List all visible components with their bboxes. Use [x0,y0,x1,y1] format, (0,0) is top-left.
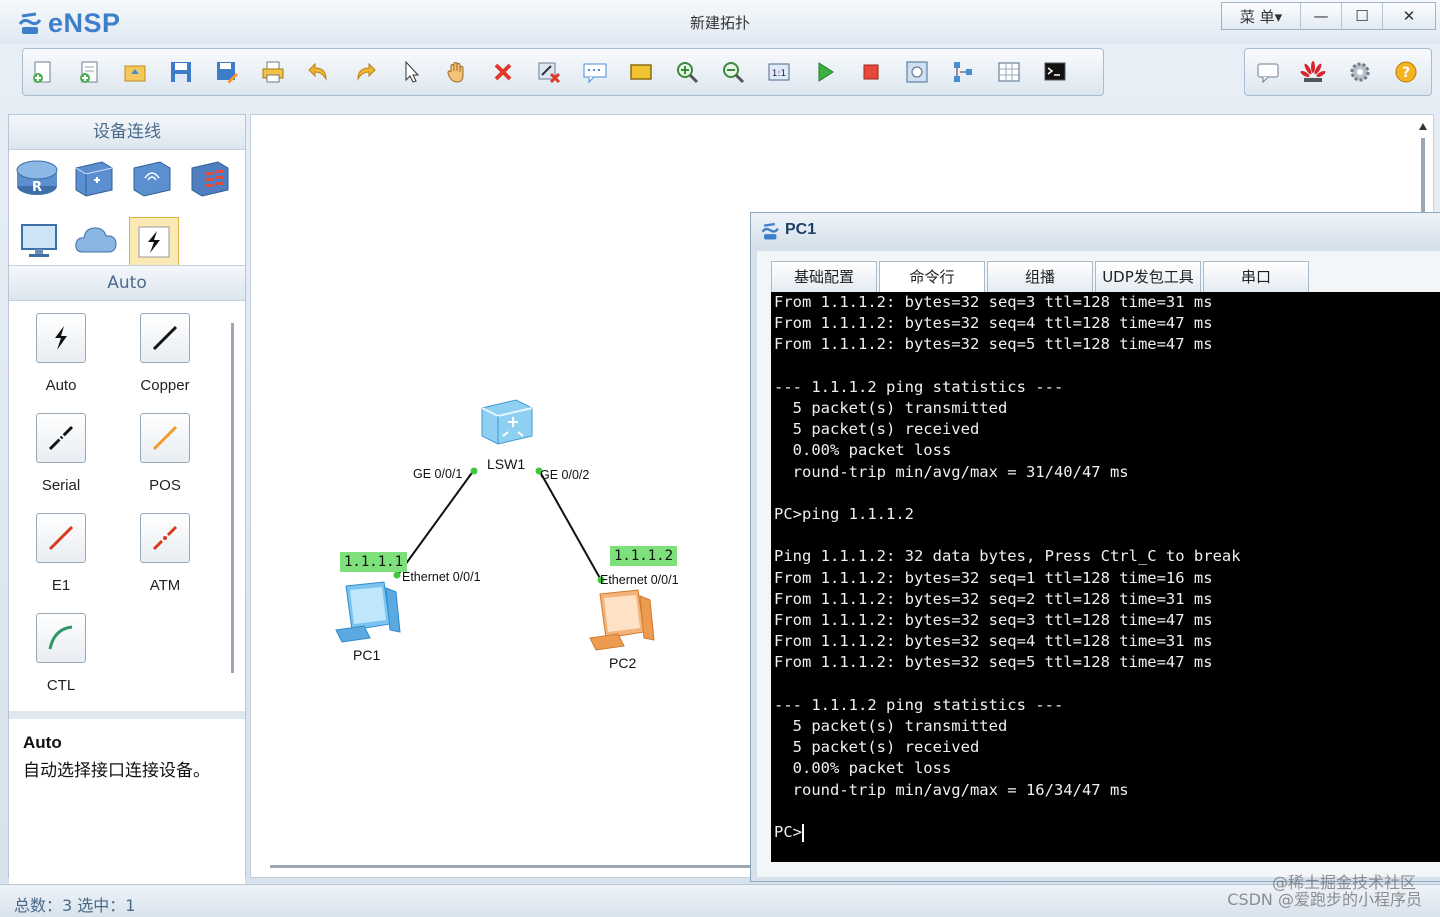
link-lsw1-pc2[interactable] [538,469,602,581]
pc2-port-label: Ethernet 0/0/1 [600,573,679,587]
lsw1-name-label[interactable]: LSW1 [487,456,525,472]
pc1-window-title: PC1 [785,221,817,238]
pc1-port-label: Ethernet 0/0/1 [402,570,481,584]
pc2-ip-tag: 1.1.1.2 [610,546,678,566]
lsw1-port1-label: GE 0/0/1 [413,467,463,481]
tab-basic-config[interactable]: 基础配置 [771,261,877,292]
tab-serial[interactable]: 串口 [1203,261,1309,292]
console-line: Ping 1.1.1.2: 32 data bytes, Press Ctrl_… [774,547,1241,566]
tab-command-line[interactable]: 命令行 [879,261,985,292]
pc1-icon[interactable] [334,580,404,650]
console-line: From 1.1.1.2: bytes=32 seq=3 ttl=128 tim… [774,293,1213,311]
console-prompt[interactable]: PC> [774,822,1440,843]
tab-udp-tool[interactable]: UDP发包工具 [1095,261,1201,292]
ensp-window: eNSP 新建拓扑 菜 单▾ — ☐ ✕ 1:1 ? 设备连线 R Auto A… [0,0,1440,917]
pc1-ip-tag: 1.1.1.1 [340,552,408,572]
console-line: 5 packet(s) received [774,738,980,757]
port-status-dot [470,467,478,475]
console-line: --- 1.1.1.2 ping statistics --- [774,695,1064,714]
lsw1-port2-label: GE 0/0/2 [540,468,590,482]
console-line: --- 1.1.1.2 ping statistics --- [774,377,1064,396]
console-line: 5 packet(s) received [774,420,980,439]
watermark-csdn: CSDN @爱跑步的小程序员 [1227,890,1422,909]
pc2-icon[interactable] [588,588,658,658]
console-line: round-trip min/avg/max = 31/40/47 ms [774,462,1129,481]
pc1-tabs: 基础配置 命令行 组播 UDP发包工具 串口 [771,261,1311,292]
console-line: 5 packet(s) transmitted [774,717,1008,736]
ensp-small-logo-icon [761,221,781,245]
command-line-console[interactable]: From 1.1.1.2: bytes=32 seq=3 ttl=128 tim… [771,292,1440,862]
tab-multicast[interactable]: 组播 [987,261,1093,292]
switch-lsw1-icon[interactable] [478,396,536,452]
console-line: From 1.1.1.2: bytes=32 seq=2 ttl=128 tim… [774,589,1213,608]
console-line: PC>ping 1.1.1.2 [774,505,914,524]
pc1-name-label[interactable]: PC1 [353,647,380,663]
console-line: From 1.1.1.2: bytes=32 seq=5 ttl=128 tim… [774,335,1213,354]
console-line: 0.00% packet loss [774,759,952,778]
console-line: From 1.1.1.2: bytes=32 seq=1 ttl=128 tim… [774,568,1213,587]
pc2-name-label[interactable]: PC2 [609,655,636,671]
console-line: 0.00% packet loss [774,441,952,460]
console-line: From 1.1.1.2: bytes=32 seq=5 ttl=128 tim… [774,653,1213,672]
status-text: 总数：3 选中：1 [14,896,136,915]
status-bar: 总数：3 选中：1 [0,884,1440,917]
console-line: 5 packet(s) transmitted [774,399,1008,418]
console-line: round-trip min/avg/max = 16/34/47 ms [774,780,1129,799]
pc1-window: PC1 基础配置 命令行 组播 UDP发包工具 串口 From 1.1.1.2:… [750,212,1440,882]
pc1-window-titlebar[interactable]: PC1 [751,213,1440,249]
text-cursor [802,823,804,842]
console-line: From 1.1.1.2: bytes=32 seq=4 ttl=128 tim… [774,314,1213,333]
port-status-dot [393,571,401,579]
console-line: From 1.1.1.2: bytes=32 seq=3 ttl=128 tim… [774,611,1213,630]
pc1-window-body: 基础配置 命令行 组播 UDP发包工具 串口 From 1.1.1.2: byt… [757,251,1440,877]
console-line: From 1.1.1.2: bytes=32 seq=4 ttl=128 tim… [774,632,1213,651]
prompt-text: PC> [774,823,802,842]
link-lsw1-pc1[interactable] [396,469,475,577]
